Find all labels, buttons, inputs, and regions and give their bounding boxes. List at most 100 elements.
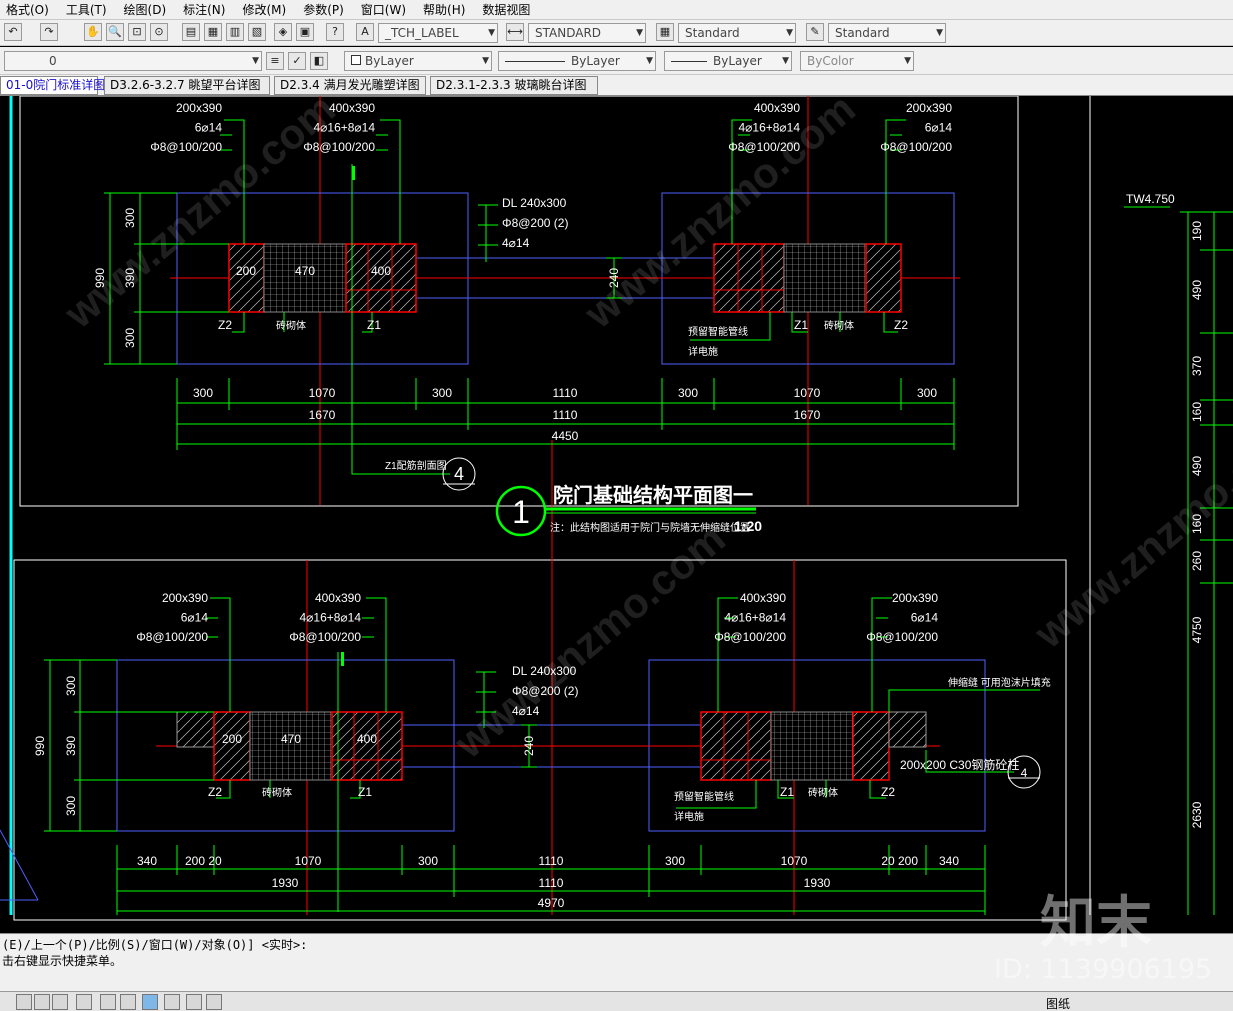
member-tag: Z2 <box>208 785 222 799</box>
multileader-style-select[interactable]: Standard ▼ <box>828 23 946 43</box>
snap-icon[interactable] <box>16 994 32 1010</box>
calculator-icon[interactable]: ▣ <box>296 23 314 41</box>
elevation-label: TW4.750 <box>1126 192 1175 206</box>
menu-modify[interactable]: 修改(M) <box>236 1 297 18</box>
rebar-label: Φ8@100/200 <box>136 630 208 644</box>
post-fragment <box>888 711 927 748</box>
ortho-icon[interactable] <box>52 994 68 1010</box>
tab-glass-detail[interactable]: D2.3.1-2.3.3 玻璃眺台详图 <box>430 76 598 95</box>
layer-select[interactable]: 0 ▼ <box>4 51 262 71</box>
otrack-icon[interactable] <box>120 994 136 1010</box>
member-tag: 砖砌体 <box>276 319 306 332</box>
menu-tools[interactable]: 工具(T) <box>60 1 118 18</box>
joint-note: 伸缩缝 可用泡沫片填充 <box>948 676 1051 689</box>
dimension-text: 300 <box>193 386 213 400</box>
tab-sculpture-detail[interactable]: D2.3.4 满月发光雕塑详图 <box>274 76 426 95</box>
layer-value: 0 <box>49 54 57 68</box>
dim-style-icon[interactable]: ⟷ <box>506 23 524 41</box>
column-z1 <box>700 711 772 781</box>
zoom-window-icon[interactable]: ⊡ <box>128 23 146 41</box>
polar-icon[interactable] <box>76 994 92 1010</box>
member-tag: Z1 <box>367 318 381 332</box>
rebar-label: 200x390 <box>892 591 938 605</box>
rebar-label: Φ8@100/200 <box>728 140 800 154</box>
layer-previous-icon[interactable]: ◧ <box>310 52 328 70</box>
id-watermark: ID: 1139906195 <box>994 954 1213 985</box>
text-style-icon[interactable]: A <box>356 23 374 41</box>
menu-window[interactable]: 窗口(W) <box>355 1 417 18</box>
color-select[interactable]: ByLayer ▼ <box>344 51 492 71</box>
dimension-text: 300 <box>665 854 685 868</box>
dynamic-input-icon[interactable] <box>142 994 158 1010</box>
menu-format[interactable]: 格式(O) <box>0 1 60 18</box>
make-current-icon[interactable]: ✓ <box>288 52 306 70</box>
multileader-style-icon[interactable]: ✎ <box>806 23 824 41</box>
dim-style-value: STANDARD <box>535 26 602 40</box>
tool-palette-icon[interactable]: ▥ <box>226 23 244 41</box>
dimension-text: 300 <box>917 386 937 400</box>
post-note: 200x200 C30钢筋砼柱 <box>900 757 1019 772</box>
design-center-icon[interactable]: ▦ <box>204 23 222 41</box>
column-z2 <box>852 711 890 781</box>
zoom-realtime-icon[interactable]: 🔍 <box>106 23 124 41</box>
brick-wall <box>770 711 854 781</box>
side-dim: 390 <box>123 268 137 288</box>
zoom-previous-icon[interactable]: ⊙ <box>150 23 168 41</box>
rebar-label: Φ8@100/200 <box>866 630 938 644</box>
table-style-icon[interactable]: ▦ <box>656 23 674 41</box>
rebar-label: Φ8@100/200 <box>289 630 361 644</box>
linetype-select[interactable]: ByLayer ▼ <box>498 51 656 71</box>
member-tag: 砖砌体 <box>824 319 854 332</box>
quick-properties-icon[interactable] <box>186 994 202 1010</box>
markup-icon[interactable]: ◈ <box>274 23 292 41</box>
lineweight-select[interactable]: ByLayer ▼ <box>664 51 792 71</box>
tab-gate-detail[interactable]: 01-0院门标准详图 <box>0 76 105 95</box>
menu-draw[interactable]: 绘图(D) <box>118 1 178 18</box>
grid-icon[interactable] <box>34 994 50 1010</box>
section-ref-label: Z1配筋剖面图 <box>385 459 447 472</box>
chevron-down-icon: ▼ <box>488 28 495 38</box>
osnap-icon[interactable] <box>100 994 116 1010</box>
rebar-label: 4⌀16+8⌀14 <box>300 611 362 625</box>
brand-watermark: 知末 <box>1040 891 1152 956</box>
menu-help[interactable]: 帮助(H) <box>417 1 476 18</box>
menu-parameter[interactable]: 参数(P) <box>297 1 355 18</box>
help-icon[interactable]: ? <box>326 23 344 41</box>
dimension-text: 1670 <box>794 408 821 422</box>
brick-wall <box>263 243 347 313</box>
pipe-note: 预留智能管线 <box>674 790 734 803</box>
menu-data-view[interactable]: 数据视图 <box>476 1 541 18</box>
elevation-dim: 160 <box>1190 514 1204 534</box>
pipe-note: 详电施 <box>674 810 704 823</box>
dimension-text: 1930 <box>272 876 299 890</box>
table-style-select[interactable]: Standard ▼ <box>678 23 796 43</box>
selection-cycling-icon[interactable] <box>206 994 222 1010</box>
dimension-text: 1110 <box>553 386 578 400</box>
menu-dimension[interactable]: 标注(N) <box>177 1 236 18</box>
dimension-text: 1930 <box>804 876 831 890</box>
member-tag: 砖砌体 <box>808 786 838 799</box>
dimension-text: 1070 <box>781 854 808 868</box>
redo-icon[interactable]: ↷ <box>40 23 58 41</box>
chevron-down-icon: ▼ <box>936 28 943 38</box>
beam-label: 4⌀14 <box>512 704 540 718</box>
dimension-text: 20 <box>881 854 895 868</box>
text-style-select[interactable]: _TCH_LABEL ▼ <box>378 23 498 43</box>
side-dim: 300 <box>123 208 137 228</box>
section-mark <box>352 166 355 180</box>
tab-platform-detail[interactable]: D3.2.6-3.2.7 眺望平台详图 <box>104 76 270 95</box>
sheet-set-icon[interactable]: ▧ <box>248 23 266 41</box>
lineweight-icon[interactable] <box>164 994 180 1010</box>
layout-label[interactable]: 图纸 <box>1046 995 1070 1011</box>
leader-line <box>885 119 906 244</box>
layer-manager-icon[interactable]: ≡ <box>266 52 284 70</box>
dim-style-select[interactable]: STANDARD ▼ <box>528 23 646 43</box>
pan-icon[interactable]: ✋ <box>84 23 102 41</box>
drawing-canvas[interactable]: www.znzmo.com www.znzmo.com www.znzmo.co… <box>0 96 1233 933</box>
rebar-label: Φ8@100/200 <box>303 140 375 154</box>
elevation-dim: 4750 <box>1190 616 1204 643</box>
rebar-label: 400x390 <box>315 591 361 605</box>
properties-icon[interactable]: ▤ <box>182 23 200 41</box>
undo-icon[interactable]: ↶ <box>4 23 22 41</box>
plot-style-select[interactable]: ByColor ▼ <box>800 51 914 71</box>
